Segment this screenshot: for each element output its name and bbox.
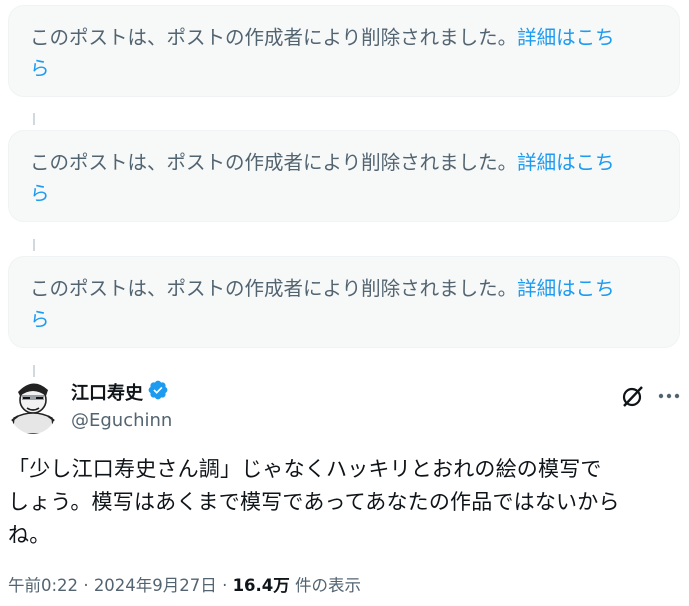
thread-connector <box>33 113 35 125</box>
author-handle[interactable]: @Eguchinn <box>71 409 172 433</box>
separator: · <box>222 576 228 595</box>
grok-icon[interactable] <box>620 383 646 409</box>
thread-connector <box>33 239 35 251</box>
more-icon[interactable] <box>656 383 682 409</box>
deleted-post-message: このポストは、ポストの作成者により削除されました。 <box>30 26 518 49</box>
deleted-post-message: このポストは、ポストの作成者により削除されました。 <box>30 151 518 174</box>
verified-badge-icon <box>147 379 169 408</box>
deleted-post-card-2: このポストは、ポストの作成者により削除されました。詳細はこちら <box>8 130 680 222</box>
post-date[interactable]: 2024年9月27日 <box>94 576 217 595</box>
views-count: 16.4万 <box>232 576 290 595</box>
post-text-line: ね。 <box>8 523 51 547</box>
post-time[interactable]: 午前0:22 <box>8 576 78 595</box>
thread-connector <box>33 365 35 377</box>
views-label: 件の表示 <box>295 576 362 595</box>
author-name[interactable]: 江口寿史 <box>71 379 169 408</box>
avatar[interactable] <box>8 378 58 434</box>
separator: · <box>83 576 89 595</box>
deleted-post-card-1: このポストは、ポストの作成者により削除されました。詳細はこちら <box>8 5 680 97</box>
deleted-post-card-3: このポストは、ポストの作成者により削除されました。詳細はこちら <box>8 256 680 348</box>
post-meta: 午前0:22 · 2024年9月27日 · 16.4万 件の表示 <box>8 574 361 598</box>
post-text: 「少し江口寿史さん調」じゃなくハッキリとおれの絵の模写で しょう。模写はあくまで… <box>8 453 680 552</box>
post-text-line: 「少し江口寿史さん調」じゃなくハッキリとおれの絵の模写で <box>8 457 602 481</box>
deleted-post-message: このポストは、ポストの作成者により削除されました。 <box>30 277 518 300</box>
post-text-line: しょう。模写はあくまで模写であってあなたの作品ではないから <box>8 490 620 514</box>
